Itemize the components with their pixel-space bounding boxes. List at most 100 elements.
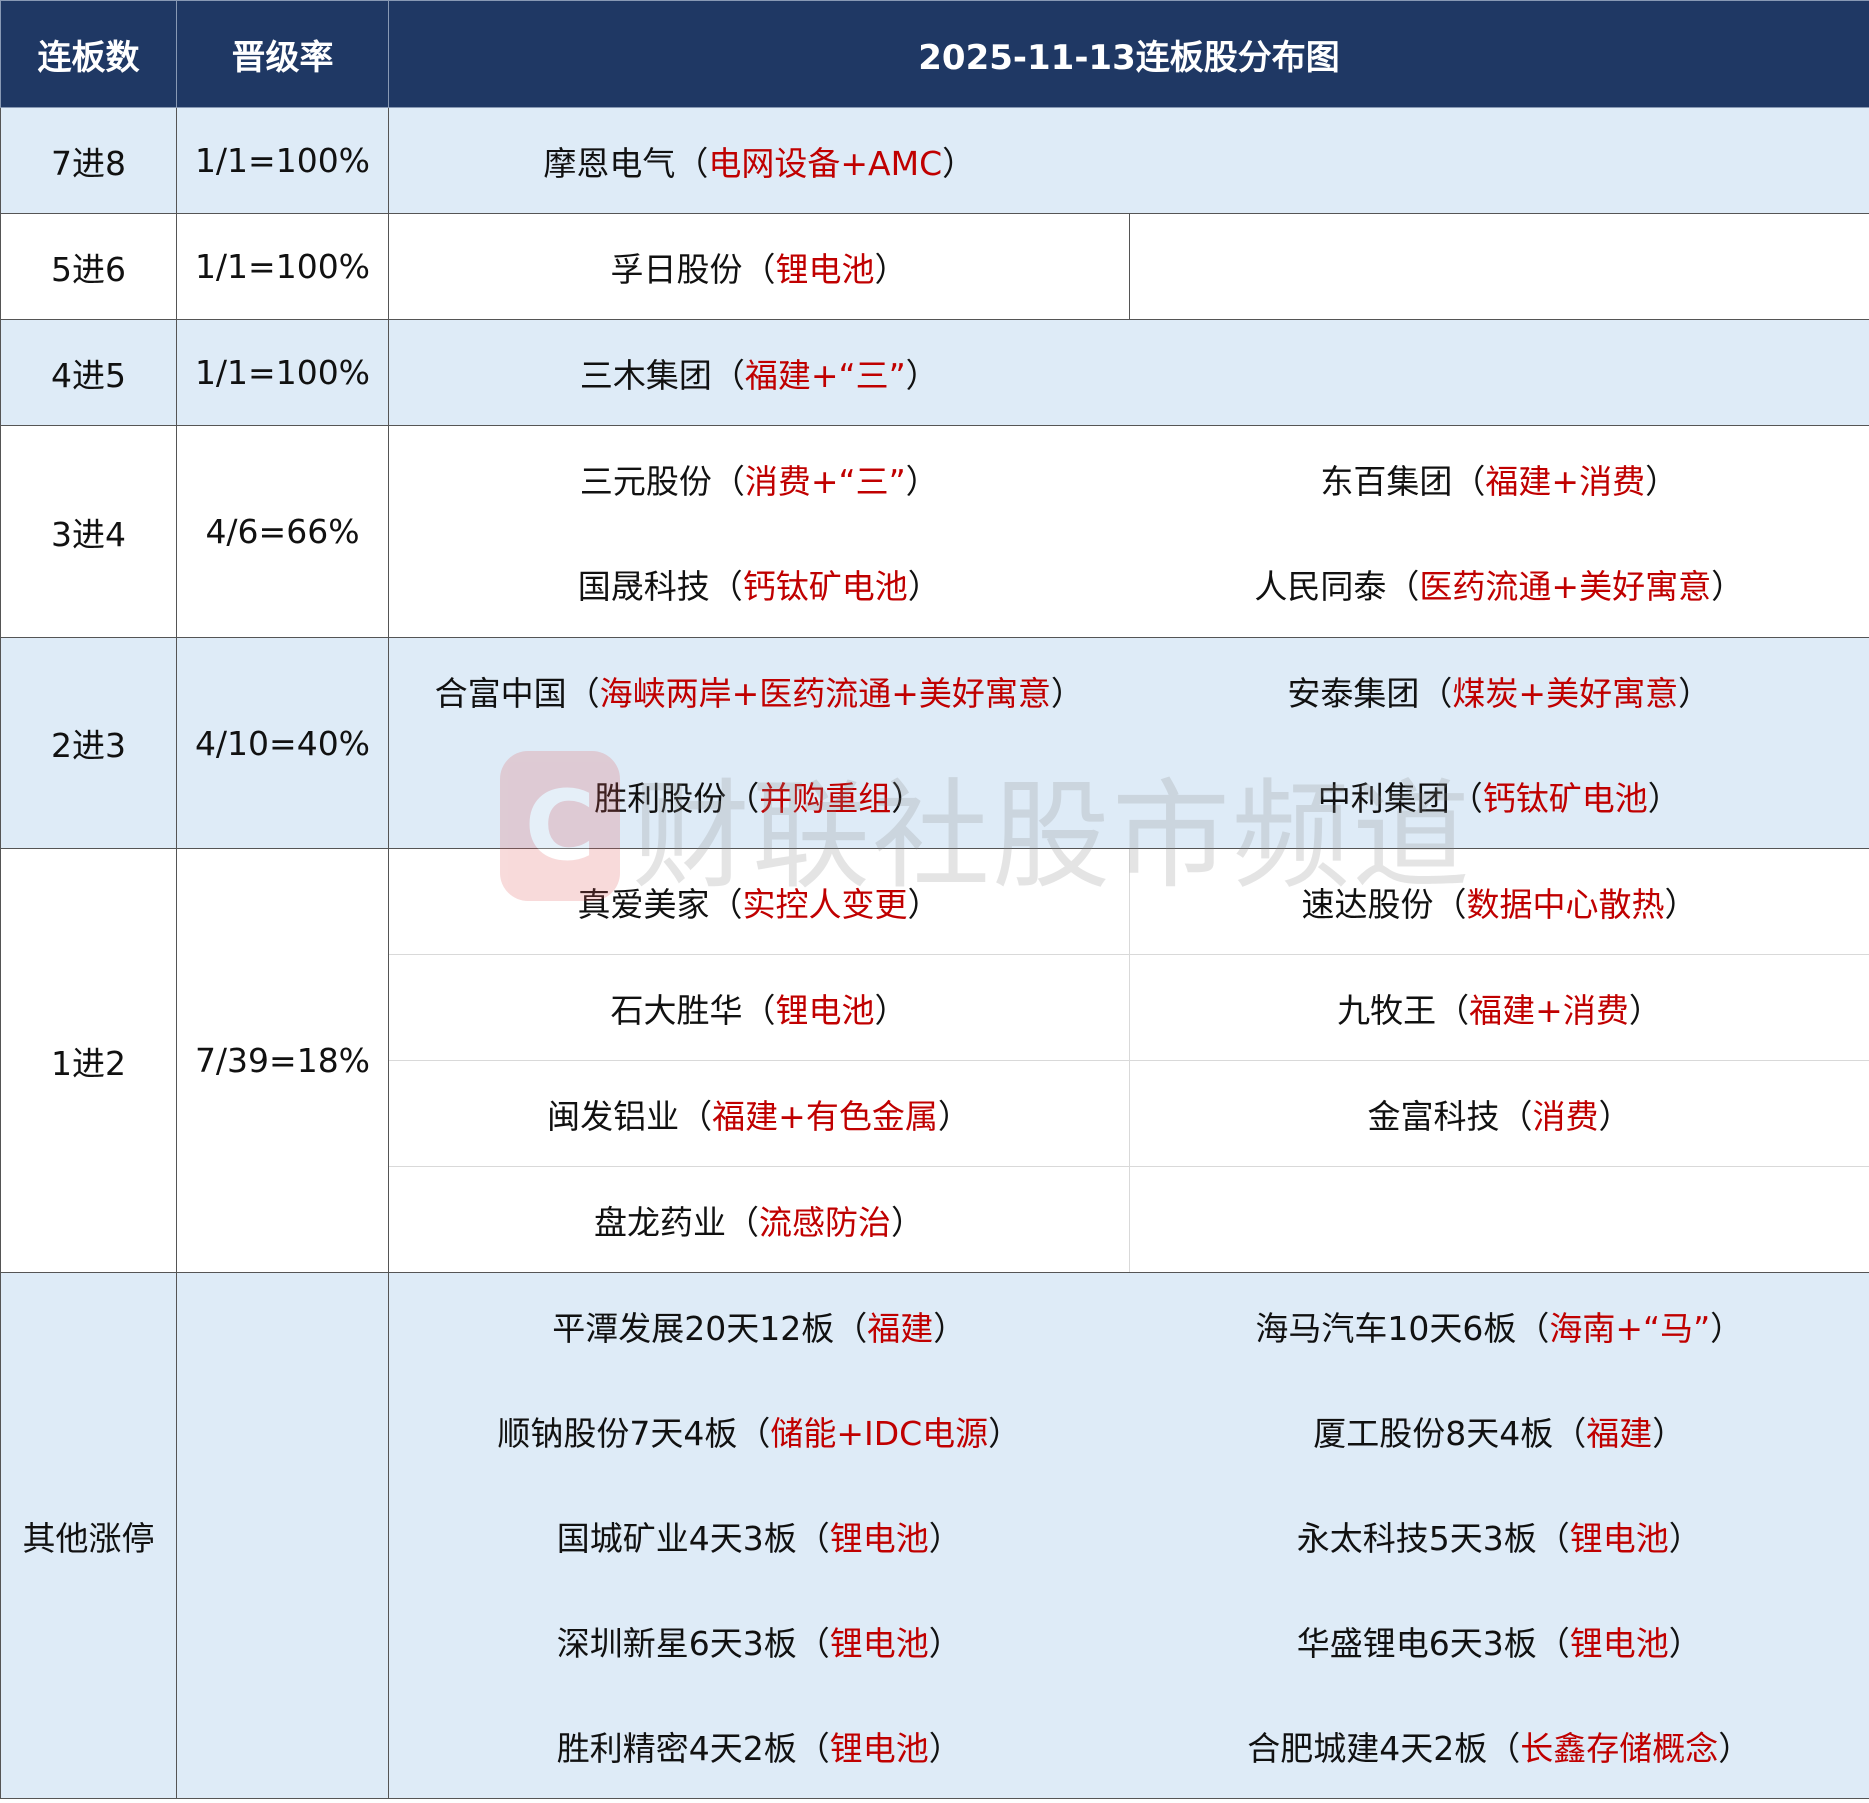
rate-cell: 1/1=100% bbox=[176, 107, 389, 214]
level-cell: 其他涨停 bbox=[0, 1272, 177, 1799]
stock-cell: 九牧王（福建+消费） bbox=[1128, 954, 1869, 1061]
stock-name: 胜利精密4天2板 bbox=[556, 1728, 797, 1768]
rate-cell: 4/10=40% bbox=[176, 637, 389, 849]
stock-cell: 真爱美家（实控人变更） bbox=[388, 848, 1130, 955]
stock-name: 闽发铝业 bbox=[547, 1096, 680, 1136]
stock-tag: 锂电池 bbox=[775, 249, 875, 289]
header-level: 连板数 bbox=[0, 0, 177, 108]
table-row: 5进6 1/1=100% 孚日股份（锂电池） bbox=[0, 213, 1869, 320]
stock-cell: 海马汽车10天6板（海南+“马”） bbox=[1129, 1272, 1869, 1378]
stock-tag: 电网设备+AMC bbox=[708, 143, 943, 183]
stock-tag: 钙钛矿电池 bbox=[1482, 778, 1648, 818]
stock-tag: 数据中心散热 bbox=[1466, 884, 1665, 924]
rate-cell: 4/6=66% bbox=[176, 425, 389, 638]
rate-cell: 1/1=100% bbox=[176, 319, 389, 426]
stock-cell: 人民同泰（医药流通+美好寓意） bbox=[1129, 531, 1869, 638]
stock-name: 中利集团 bbox=[1317, 778, 1450, 818]
stock-cell: 孚日股份（锂电池） bbox=[388, 213, 1130, 320]
stock-tag: 消费 bbox=[1532, 1096, 1599, 1136]
stock-tag: 储能+IDC电源 bbox=[770, 1413, 989, 1453]
stock-cell: 胜利精密4天2板（锂电池） bbox=[388, 1693, 1130, 1799]
stock-name: 平潭发展20天12板 bbox=[552, 1308, 835, 1348]
stock-tag: 福建+消费 bbox=[1469, 990, 1629, 1030]
table-row: 7进8 1/1=100% 摩恩电气（电网设备+AMC） bbox=[0, 107, 1869, 214]
stock-name: 三元股份 bbox=[579, 461, 712, 501]
stock-cell: 华盛锂电6天3板（锂电池） bbox=[1129, 1588, 1869, 1693]
stock-tag: 海南+“马” bbox=[1549, 1308, 1711, 1348]
stock-tag: 福建+“三” bbox=[744, 355, 906, 395]
level-cell: 4进5 bbox=[0, 319, 177, 426]
stock-tag: 实控人变更 bbox=[742, 884, 908, 924]
stock-name: 永太科技5天3板 bbox=[1296, 1518, 1537, 1558]
stock-name: 顺钠股份7天4板 bbox=[497, 1413, 738, 1453]
table-row: 2进3 4/10=40% 合富中国（海峡两岸+医药流通+美好寓意） 安泰集团（煤… bbox=[0, 637, 1869, 849]
stock-cell: 摩恩电气（电网设备+AMC） bbox=[388, 107, 1130, 214]
stock-cell: 国晟科技（钙钛矿电池） bbox=[388, 531, 1130, 638]
header-title: 2025-11-13连板股分布图 bbox=[387, 0, 1869, 108]
stock-cell: 盘龙药业（流感防治） bbox=[388, 1166, 1130, 1273]
level-cell: 2进3 bbox=[0, 637, 177, 849]
stock-cell: 安泰集团（煤炭+美好寓意） bbox=[1129, 637, 1869, 743]
limit-up-distribution-table: 连板数 晋级率 2025-11-13连板股分布图 7进8 1/1=100% 摩恩… bbox=[0, 0, 1869, 1799]
stock-cell: 东百集团（福建+消费） bbox=[1129, 425, 1869, 532]
stock-tag: 海峡两岸+医药流通+美好寓意 bbox=[599, 673, 1051, 713]
stock-name: 东百集团 bbox=[1320, 461, 1453, 501]
stock-tag: 锂电池 bbox=[1569, 1518, 1669, 1558]
stock-cell: 合富中国（海峡两岸+医药流通+美好寓意） bbox=[388, 637, 1130, 743]
stock-name: 真爱美家 bbox=[577, 884, 710, 924]
stock-cell: 合肥城建4天2板（长鑫存储概念） bbox=[1129, 1693, 1869, 1799]
stock-tag: 锂电池 bbox=[829, 1728, 929, 1768]
stock-cell-empty bbox=[1128, 213, 1869, 320]
rate-cell: 7/39=18% bbox=[176, 848, 389, 1273]
stock-tag: 锂电池 bbox=[829, 1518, 929, 1558]
stock-cell: 顺钠股份7天4板（储能+IDC电源） bbox=[388, 1378, 1130, 1483]
table-row: 4进5 1/1=100% 三木集团（福建+“三”） bbox=[0, 319, 1869, 426]
level-cell: 5进6 bbox=[0, 213, 177, 320]
stock-tag: 福建+消费 bbox=[1485, 461, 1646, 501]
stock-cell: 三元股份（消费+“三”） bbox=[388, 425, 1130, 532]
table-row: 3进4 4/6=66% 三元股份（消费+“三”） 东百集团（福建+消费） bbox=[0, 425, 1869, 638]
stock-name: 人民同泰 bbox=[1254, 567, 1387, 607]
stock-cell-empty bbox=[1129, 107, 1869, 214]
stock-name: 石大胜华 bbox=[610, 990, 743, 1030]
stock-cell: 深圳新星6天3板（锂电池） bbox=[388, 1588, 1130, 1693]
stock-tag: 煤炭+美好寓意 bbox=[1452, 673, 1679, 713]
stock-name: 国晟科技 bbox=[577, 567, 710, 607]
stock-name: 安泰集团 bbox=[1287, 673, 1420, 713]
stock-cell: 速达股份（数据中心散热） bbox=[1128, 848, 1869, 955]
rate-cell: 1/1=100% bbox=[176, 213, 389, 320]
stock-tag: 医药流通+美好寓意 bbox=[1419, 567, 1712, 607]
stock-name: 盘龙药业 bbox=[594, 1202, 726, 1242]
stock-name: 速达股份 bbox=[1301, 884, 1434, 924]
stock-cell-empty bbox=[1128, 1166, 1869, 1273]
stock-name: 海马汽车10天6板 bbox=[1255, 1308, 1517, 1348]
stock-name: 深圳新星6天3板 bbox=[556, 1623, 797, 1663]
header-rate: 晋级率 bbox=[176, 0, 389, 108]
stock-tag: 福建+有色金属 bbox=[712, 1096, 938, 1136]
stock-tag: 并购重组 bbox=[759, 778, 892, 818]
level-cell: 3进4 bbox=[0, 425, 177, 638]
stock-cell: 厦工股份8天4板（福建） bbox=[1129, 1378, 1869, 1483]
stock-name: 合肥城建4天2板 bbox=[1247, 1728, 1488, 1768]
rate-cell bbox=[176, 1272, 389, 1799]
stock-tag: 福建 bbox=[867, 1308, 934, 1348]
stock-name: 合富中国 bbox=[434, 673, 567, 713]
stock-name: 胜利股份 bbox=[594, 778, 727, 818]
level-cell: 1进2 bbox=[0, 848, 177, 1273]
stock-tag: 钙钛矿电池 bbox=[742, 567, 908, 607]
stock-tag: 消费+“三” bbox=[744, 461, 906, 501]
table-row: 其他涨停 平潭发展20天12板（福建） 海马汽车10天6板（海南+“马”） bbox=[0, 1272, 1869, 1799]
stock-cell: 石大胜华（锂电池） bbox=[388, 954, 1130, 1061]
stock-cell: 三木集团（福建+“三”） bbox=[388, 319, 1130, 426]
stock-name: 九牧王 bbox=[1337, 990, 1437, 1030]
stock-tag: 锂电池 bbox=[775, 990, 875, 1030]
stock-tag: 锂电池 bbox=[1569, 1623, 1669, 1663]
stock-tag: 锂电池 bbox=[829, 1623, 929, 1663]
stock-name: 国城矿业4天3板 bbox=[556, 1518, 797, 1558]
header-row: 连板数 晋级率 2025-11-13连板股分布图 bbox=[0, 0, 1869, 108]
stock-cell: 金富科技（消费） bbox=[1128, 1060, 1869, 1167]
stock-name: 摩恩电气 bbox=[543, 143, 676, 183]
table-row: 1进2 7/39=18% 真爱美家（实控人变更） 速达股份（数据中心散热） bbox=[0, 848, 1869, 1273]
stock-tag: 福建 bbox=[1586, 1413, 1653, 1453]
stock-cell: 永太科技5天3板（锂电池） bbox=[1129, 1483, 1869, 1588]
